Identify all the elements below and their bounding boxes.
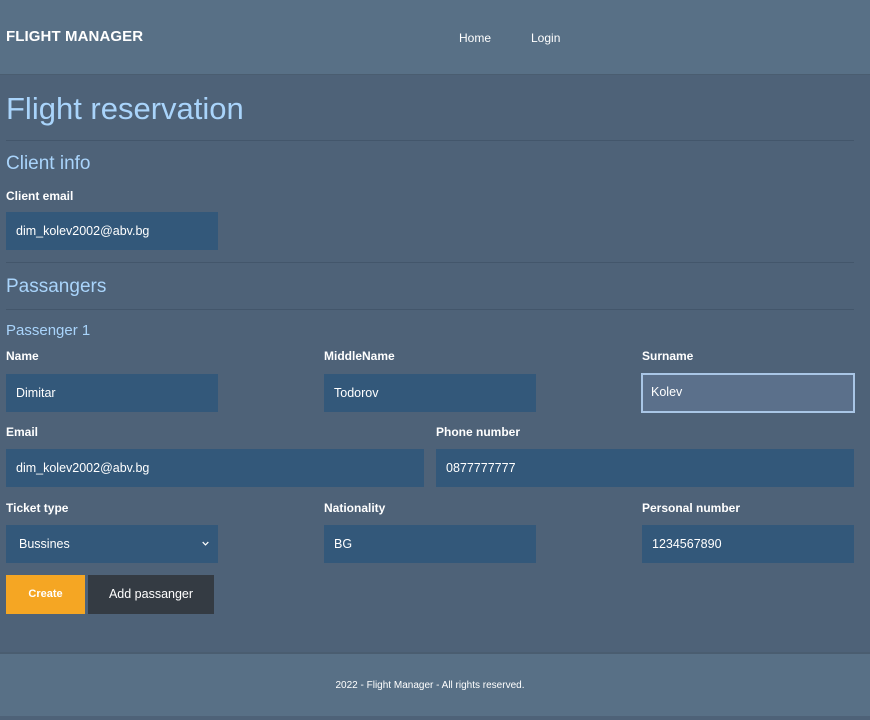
surname-label: Surname <box>642 349 694 363</box>
page-title: Flight reservation <box>6 91 244 126</box>
nav-link-home[interactable]: Home <box>459 31 491 45</box>
client-email-label: Client email <box>6 189 74 203</box>
brand-logo-text[interactable]: FLIGHT MANAGER <box>6 28 143 45</box>
footer-copyright: 2022 - Flight Manager - All rights reser… <box>335 680 525 691</box>
divider <box>6 140 854 141</box>
client-info-heading: Client info <box>6 153 91 174</box>
surname-input[interactable]: Kolev <box>641 373 855 413</box>
email-input[interactable]: dim_kolev2002@abv.bg <box>6 449 424 487</box>
phone-number-label: Phone number <box>436 425 521 439</box>
name-input[interactable]: Dimitar <box>6 374 218 412</box>
passenger-1-heading: Passenger 1 <box>6 322 91 339</box>
ticket-type-label: Ticket type <box>6 501 69 515</box>
client-email-input[interactable]: dim_kolev2002@abv.bg <box>6 212 218 250</box>
personal-number-label: Personal number <box>642 501 741 515</box>
bottom-strip <box>0 716 870 720</box>
middlename-input[interactable]: Todorov <box>324 374 536 412</box>
nationality-input[interactable]: BG <box>324 525 536 563</box>
email-label: Email <box>6 425 39 439</box>
ticket-type-select[interactable]: Bussines <box>6 525 218 563</box>
footer: 2022 - Flight Manager - All rights reser… <box>0 652 870 716</box>
name-label: Name <box>6 349 39 363</box>
chevron-down-icon <box>202 541 209 546</box>
phone-number-input[interactable]: 0877777777 <box>436 449 854 487</box>
ticket-type-value: Bussines <box>19 537 70 551</box>
divider <box>6 262 854 263</box>
personal-number-input[interactable]: 1234567890 <box>642 525 854 563</box>
add-passenger-button[interactable]: Add passanger <box>88 575 214 614</box>
nav-link-login[interactable]: Login <box>531 31 560 45</box>
middlename-label: MiddleName <box>324 349 395 363</box>
top-navbar: FLIGHT MANAGER Home Login <box>0 0 870 75</box>
divider <box>6 309 854 310</box>
passengers-heading: Passangers <box>6 276 107 297</box>
nationality-label: Nationality <box>324 501 386 515</box>
create-button[interactable]: Create <box>6 575 85 614</box>
